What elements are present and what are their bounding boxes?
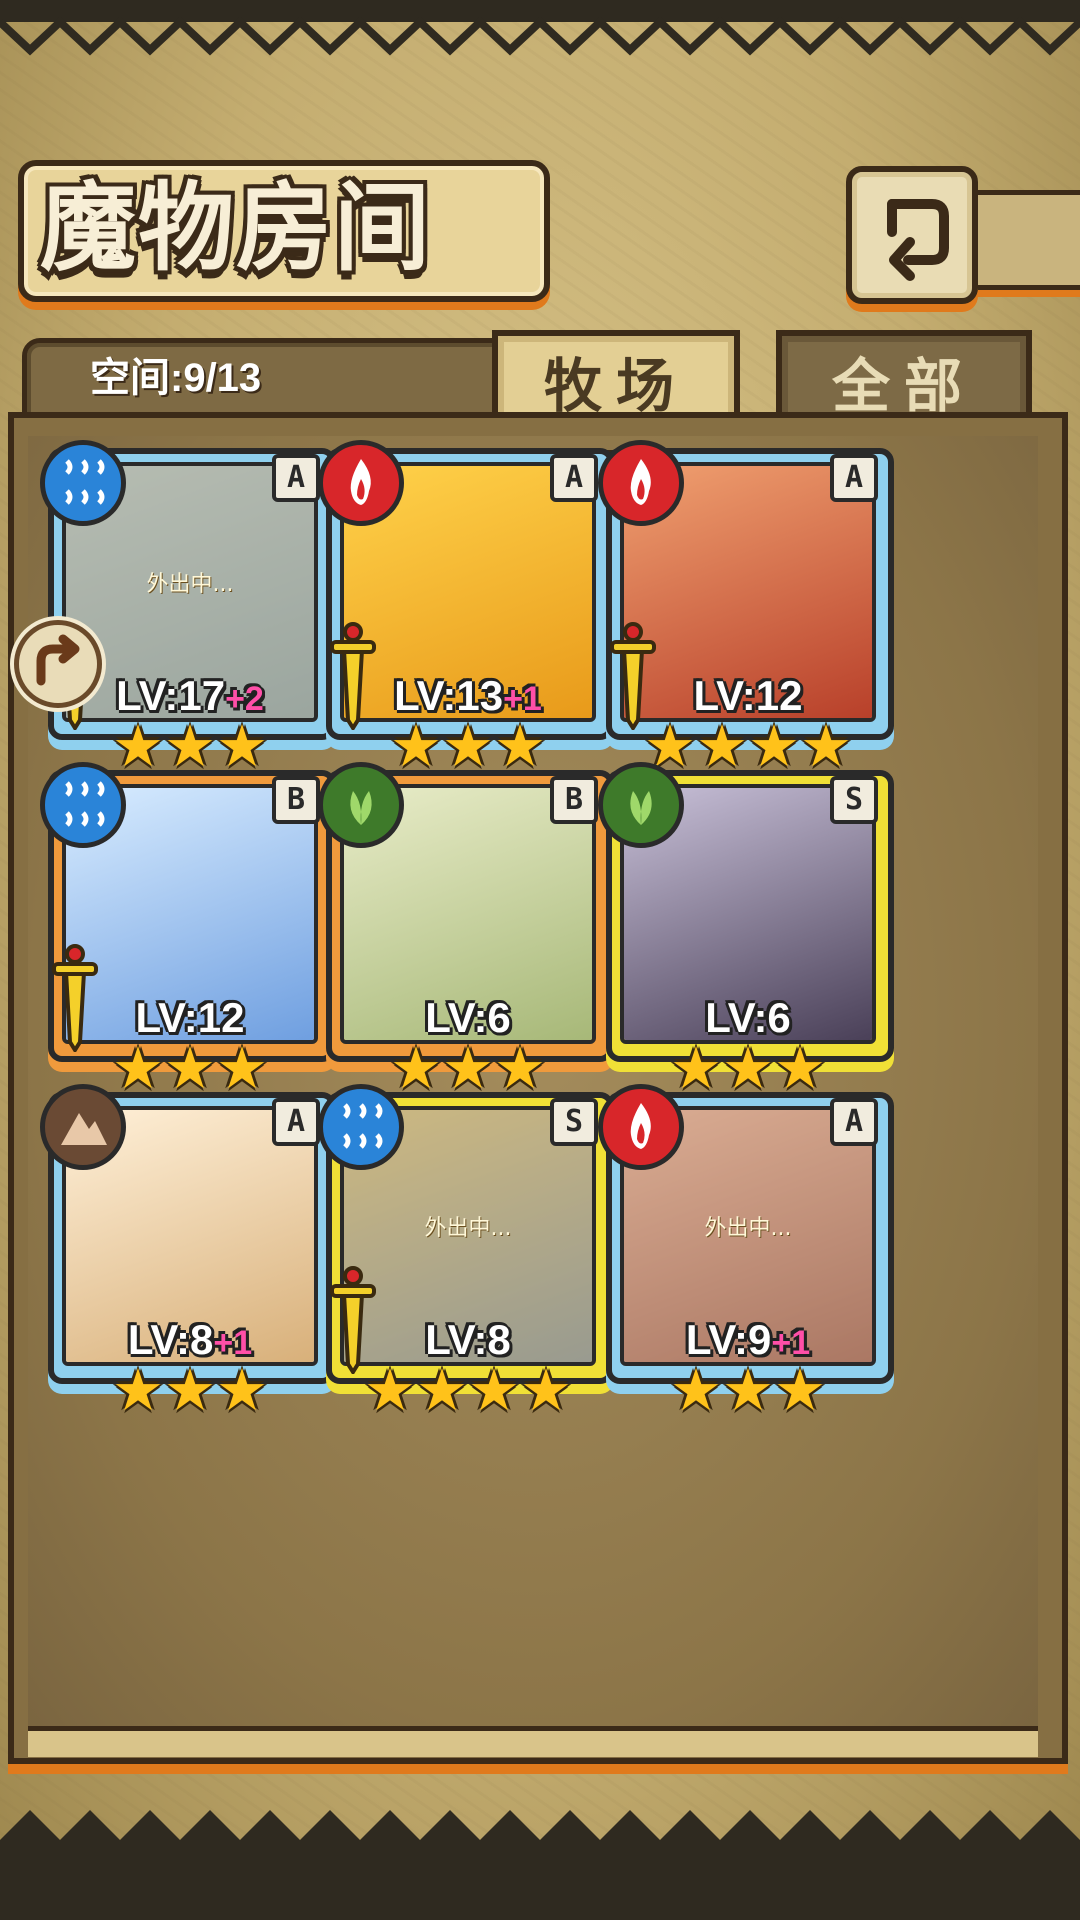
star-icon: ★ <box>468 1356 520 1424</box>
water-icon <box>40 762 126 848</box>
rank-badge: A <box>550 454 598 502</box>
monster-card[interactable]: S LV:6 ★★★ <box>598 762 898 1098</box>
away-status: 外出中... <box>424 1216 512 1241</box>
water-icon <box>40 440 126 526</box>
monster-card[interactable]: S 外出中... LV:8 ★★★★ <box>318 1084 618 1420</box>
rank-badge: S <box>550 1098 598 1146</box>
rank-badge: B <box>550 776 598 824</box>
star-icon: ★ <box>670 1356 722 1424</box>
away-status: 外出中... <box>704 1216 792 1241</box>
away-status: 外出中... <box>146 572 234 597</box>
page-title: 魔物房间 <box>40 171 432 284</box>
star-rating: ★★★★ <box>318 1360 618 1420</box>
leaf-icon <box>318 762 404 848</box>
rank-badge: A <box>830 454 878 502</box>
monster-card[interactable]: A 外出中... LV:9+1 ★★★ <box>598 1084 898 1420</box>
top-zigzag-border <box>0 0 1080 56</box>
star-icon: ★ <box>722 1356 774 1424</box>
panel-bottom-rail <box>28 1726 1038 1757</box>
fire-icon <box>598 440 684 526</box>
star-rating: ★★★ <box>598 1360 898 1420</box>
return-arrow-icon <box>887 199 949 281</box>
earth-icon <box>40 1084 126 1170</box>
star-icon: ★ <box>520 1356 572 1424</box>
fire-icon <box>318 440 404 526</box>
fire-icon <box>598 1084 684 1170</box>
space-count: 空间:9/13 <box>90 356 262 400</box>
leaf-icon <box>598 762 684 848</box>
rank-badge: S <box>830 776 878 824</box>
monster-card[interactable]: A LV:8+1 ★★★ <box>40 1084 340 1420</box>
monster-card[interactable]: B LV:12 ★★★ <box>40 762 340 1098</box>
star-rating: ★★★ <box>40 1360 340 1420</box>
monster-card[interactable]: B LV:6 ★★★ <box>318 762 618 1098</box>
back-strip <box>960 190 1080 290</box>
side-expand-button[interactable] <box>14 620 102 708</box>
curved-arrow-icon <box>36 634 80 686</box>
star-icon: ★ <box>216 1356 268 1424</box>
star-icon: ★ <box>416 1356 468 1424</box>
monster-card[interactable]: A LV:13+1 ★★★ <box>318 440 618 776</box>
rank-badge: A <box>272 454 320 502</box>
rank-badge: B <box>272 776 320 824</box>
water-icon <box>318 1084 404 1170</box>
star-icon: ★ <box>164 1356 216 1424</box>
monster-card[interactable]: A LV:12 ★★★★ <box>598 440 898 776</box>
star-icon: ★ <box>774 1356 826 1424</box>
rank-badge: A <box>830 1098 878 1146</box>
bottom-zigzag-border <box>0 1810 1080 1920</box>
star-icon: ★ <box>112 1356 164 1424</box>
monster-card[interactable]: A 外出中... LV:17+2 ★★★ <box>40 440 340 776</box>
rank-badge: A <box>272 1098 320 1146</box>
star-icon: ★ <box>364 1356 416 1424</box>
back-button[interactable] <box>846 166 978 304</box>
